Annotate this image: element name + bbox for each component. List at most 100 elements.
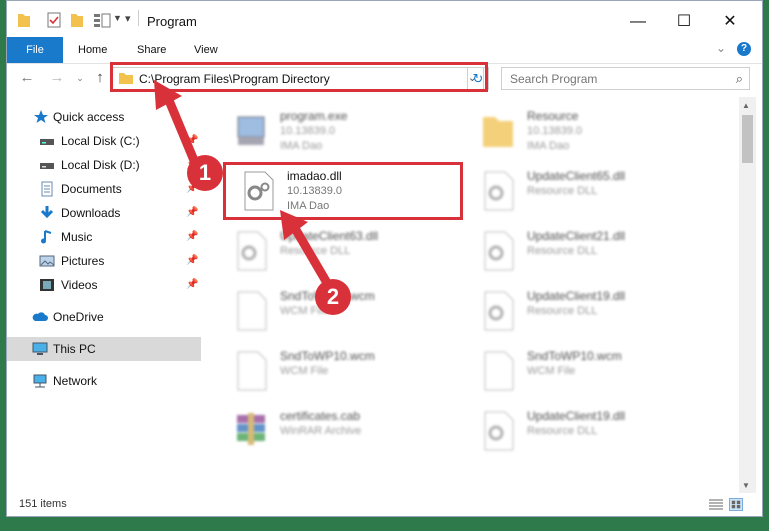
properties-icon[interactable]: [47, 11, 61, 29]
pictures-icon: [39, 255, 55, 267]
tab-share[interactable]: Share: [137, 37, 166, 63]
folder-icon: [483, 117, 513, 147]
minimize-button[interactable]: —: [615, 8, 661, 36]
file-item[interactable]: UpdateClient63.dll Resource DLL: [228, 225, 473, 283]
sidebar-item-local-disk-d[interactable]: Local Disk (D:) 📌: [7, 153, 201, 177]
videos-icon: [40, 279, 54, 291]
file-detail: Resource DLL: [527, 185, 598, 197]
drive-icon: [40, 163, 54, 169]
file-detail: Resource DLL: [527, 425, 598, 437]
sidebar-item-local-disk-c[interactable]: Local Disk (C:) 📌: [7, 129, 201, 153]
blank-file-icon: [484, 351, 514, 391]
file-item[interactable]: UpdateClient19.dll Resource DLL: [475, 285, 720, 343]
file-item[interactable]: UpdateClient19.dll Resource DLL: [475, 405, 720, 463]
sidebar-item-downloads[interactable]: Downloads 📌: [7, 201, 201, 225]
file-item[interactable]: SndToWP10.wcm WCM File: [228, 345, 473, 403]
sidebar-item-pictures[interactable]: Pictures 📌: [7, 249, 201, 273]
qa-dropdown-icon[interactable]: ▼: [113, 13, 122, 31]
sidebar-item-documents[interactable]: Documents 📌: [7, 177, 201, 201]
search-icon[interactable]: ⌕: [736, 71, 743, 87]
file-detail: Resource DLL: [527, 305, 598, 317]
sidebar-item-label: This PC: [53, 342, 96, 356]
dll-gear-icon: [484, 411, 514, 451]
details-view-icon[interactable]: [709, 499, 723, 511]
file-name: program.exe: [280, 109, 348, 123]
file-detail: WCM File: [280, 365, 329, 377]
sidebar-item-network[interactable]: Network: [7, 369, 201, 393]
scroll-down-icon[interactable]: ▼: [742, 481, 750, 490]
computer-icon: [32, 342, 48, 355]
sidebar-item-this-pc[interactable]: This PC: [7, 337, 201, 361]
dll-gear-icon: [237, 231, 267, 271]
sidebar-item-quick-access[interactable]: Quick access: [7, 105, 201, 129]
tab-view[interactable]: View: [194, 37, 218, 63]
file-name: Resource: [527, 109, 579, 123]
up-arrow-icon[interactable]: ↑: [90, 68, 110, 88]
archive-icon: [237, 413, 265, 445]
sidebar-item-videos[interactable]: Videos 📌: [7, 273, 201, 297]
folder-icon: [18, 14, 30, 27]
search-box[interactable]: ⌕: [501, 67, 750, 90]
music-icon: [41, 230, 52, 244]
title-divider: [138, 10, 139, 26]
pin-icon: 📌: [186, 135, 199, 146]
vertical-scrollbar[interactable]: ▲ ▼: [739, 97, 756, 493]
sidebar-item-label: Local Disk (D:): [61, 158, 140, 172]
file-detail: 10.13839.0: [280, 125, 336, 137]
view-options-icon[interactable]: [93, 11, 111, 29]
sidebar-item-label: Videos: [61, 278, 98, 292]
status-bar: 151 items: [7, 493, 762, 516]
item-count: 151 items: [19, 498, 67, 510]
step-2-badge: 2: [315, 279, 351, 315]
customize-toolbar-icon[interactable]: ▾: [125, 12, 131, 30]
file-name: SndToWP10.wcm: [527, 349, 622, 363]
pin-icon: 📌: [186, 207, 199, 218]
sidebar-item-label: Network: [53, 374, 98, 388]
back-arrow-icon[interactable]: ←: [17, 68, 37, 88]
tab-file[interactable]: File: [7, 37, 63, 63]
file-item[interactable]: SndToWP10.wcm WCM File: [475, 345, 720, 403]
help-icon[interactable]: ?: [737, 42, 751, 56]
sidebar-item-label: Pictures: [61, 254, 105, 268]
file-detail: Resource DLL: [280, 245, 351, 257]
scrollbar-thumb[interactable]: [742, 115, 753, 163]
maximize-button[interactable]: ☐: [661, 8, 707, 36]
expand-ribbon-icon[interactable]: ⌄: [716, 41, 726, 55]
file-item[interactable]: program.exe 10.13839.0 IMA Dao: [228, 105, 473, 163]
new-folder-icon[interactable]: [70, 11, 84, 29]
window-title: Program: [147, 14, 197, 29]
file-name: UpdateClient19.dll: [527, 289, 626, 303]
file-list: program.exe 10.13839.0 IMA Dao Resource …: [203, 97, 739, 493]
file-name: UpdateClient19.dll: [527, 409, 626, 423]
file-item[interactable]: UpdateClient21.dll Resource DLL: [475, 225, 720, 283]
sidebar-item-onedrive[interactable]: OneDrive: [7, 305, 201, 329]
large-icons-view-icon[interactable]: [729, 498, 743, 511]
search-input[interactable]: [502, 68, 720, 89]
address-bar-highlight: [110, 62, 488, 92]
network-icon: [33, 374, 47, 388]
file-item[interactable]: UpdateClient65.dll Resource DLL: [475, 165, 720, 223]
forward-arrow-icon[interactable]: →: [47, 68, 67, 88]
ribbon-tabs: File Home Share View ⌄ ?: [7, 37, 762, 64]
file-name: UpdateClient63.dll: [280, 229, 379, 243]
title-bar: ▼ ▾ Program — ☐ ✕: [7, 1, 762, 37]
file-detail: IMA Dao: [527, 140, 570, 152]
tab-home[interactable]: Home: [78, 37, 107, 63]
file-item[interactable]: Resource 10.13839.0 IMA Dao: [475, 105, 720, 163]
exe-icon: [237, 116, 265, 145]
download-icon: [40, 206, 54, 219]
file-detail: Resource DLL: [527, 245, 598, 257]
scroll-up-icon[interactable]: ▲: [742, 101, 750, 110]
sidebar-item-music[interactable]: Music 📌: [7, 225, 201, 249]
file-name: UpdateClient65.dll: [527, 169, 626, 183]
dll-gear-icon: [484, 231, 514, 271]
dll-gear-icon: [484, 171, 514, 211]
recent-locations-icon[interactable]: ⌄: [70, 68, 90, 88]
sidebar-item-label: Quick access: [53, 110, 125, 124]
documents-icon: [41, 181, 53, 197]
sidebar-item-label: Music: [61, 230, 93, 244]
file-name: certificates.cab: [280, 409, 361, 423]
file-item[interactable]: certificates.cab WinRAR Archive: [228, 405, 473, 463]
close-button[interactable]: ✕: [707, 8, 753, 36]
dll-gear-icon: [484, 291, 514, 331]
